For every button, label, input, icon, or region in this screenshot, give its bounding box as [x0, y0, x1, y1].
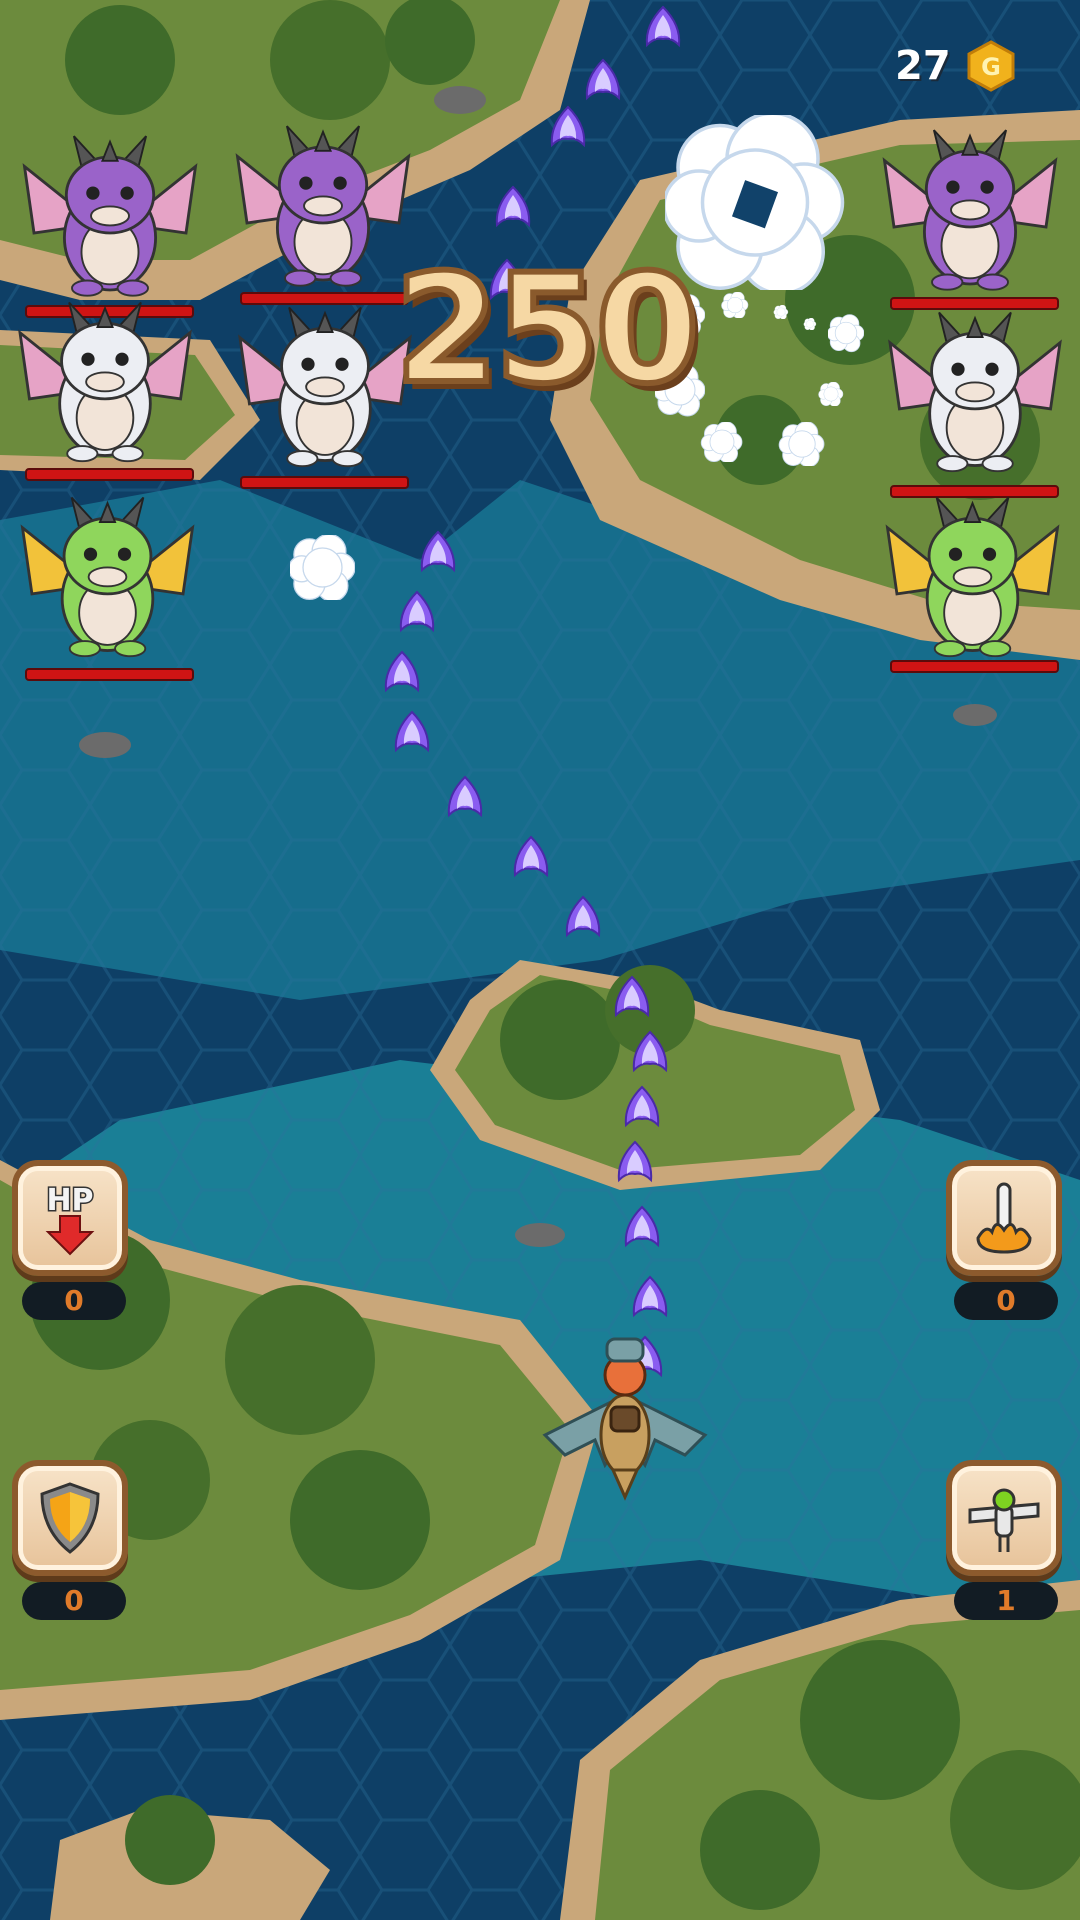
- enemy-health-bar: [890, 660, 1059, 673]
- rocket-flame-icon: [976, 1182, 1032, 1254]
- smoke-puff: [721, 292, 749, 318]
- shield-icon: [40, 1482, 100, 1554]
- boost-powerup-button[interactable]: [946, 1160, 1062, 1276]
- wingman-drone-icon: [968, 1488, 1040, 1552]
- hp-powerup-button[interactable]: HP: [12, 1160, 128, 1276]
- player-bullet: [394, 710, 430, 753]
- player-bullet: [384, 650, 420, 693]
- player-bullet: [624, 1085, 660, 1128]
- player-bullet: [624, 1205, 660, 1248]
- smoke-puff: [700, 422, 743, 462]
- player-bullet: [645, 5, 681, 48]
- smoke-puff: [290, 535, 355, 600]
- hp-powerup-count: 0: [22, 1282, 126, 1320]
- smoke-puff: [778, 422, 825, 466]
- enemy-health-bar: [25, 668, 194, 681]
- player-bullet: [399, 590, 435, 633]
- player-bullet: [550, 105, 586, 148]
- player-bullet: [447, 775, 483, 818]
- hp-down-icon: HP: [45, 1182, 95, 1256]
- coin-count: 27: [895, 43, 951, 89]
- gold-coin-icon: G: [967, 40, 1015, 92]
- hp-label: HP: [46, 1183, 93, 1218]
- player-bullet: [420, 530, 456, 573]
- boost-powerup-count: 0: [954, 1282, 1058, 1320]
- smoke-puff: [818, 382, 844, 406]
- player-dragon-rider[interactable]: [535, 1325, 715, 1505]
- smoke-puff: [803, 318, 817, 330]
- player-bullet: [617, 1140, 653, 1183]
- player-bullet: [495, 185, 531, 228]
- smoke-puff: [828, 314, 864, 353]
- enemy-purple-dragon: [22, 135, 198, 297]
- player-bullet: [513, 835, 549, 878]
- shield-powerup-button[interactable]: [12, 1460, 128, 1576]
- player-bullet: [565, 895, 601, 938]
- coin-letter: G: [981, 53, 1001, 81]
- enemy-white-dragon: [18, 301, 192, 463]
- player-bullet: [632, 1275, 668, 1318]
- enemy-green-dragon: [885, 496, 1060, 658]
- score-display: 250: [391, 243, 702, 417]
- enemy-purple-dragon: [882, 129, 1058, 291]
- coin-counter: 27 G: [895, 40, 1017, 92]
- wingman-powerup-button[interactable]: [946, 1460, 1062, 1576]
- enemy-green-dragon: [20, 496, 195, 658]
- game-stage[interactable]: 27 G 250 HP 0 0 0 1: [0, 0, 1080, 1920]
- shield-powerup-count: 0: [22, 1582, 126, 1620]
- player-bullet: [632, 1030, 668, 1073]
- enemy-health-bar: [240, 476, 409, 489]
- enemy-health-bar: [25, 468, 194, 481]
- wingman-powerup-count: 1: [954, 1582, 1058, 1620]
- player-bullet: [614, 975, 650, 1018]
- smoke-puff: [773, 305, 789, 319]
- player-bullet: [585, 58, 621, 101]
- enemy-white-dragon: [888, 311, 1062, 473]
